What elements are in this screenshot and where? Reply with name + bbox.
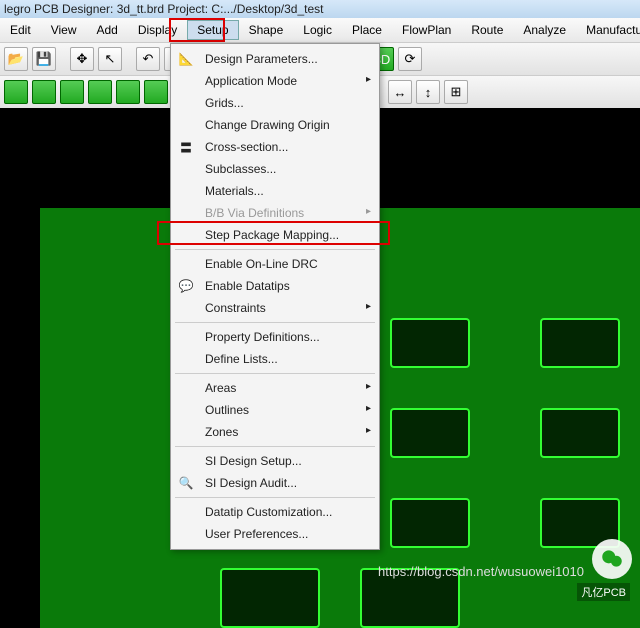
- setup-menu-dropdown: 📐 Design Parameters... Application Mode ▸ Gr…: [170, 43, 380, 550]
- menu-item-label: Define Lists...: [205, 352, 278, 366]
- component[interactable]: [390, 498, 470, 548]
- menu-item-si-design-setup[interactable]: SI Design Setup...: [171, 450, 379, 472]
- watermark-text: https://blog.csdn.net/wusuowei1010: [378, 564, 584, 579]
- cursor-icon[interactable]: ↖: [98, 47, 122, 71]
- menu-item-datatip-customization[interactable]: Datatip Customization...: [171, 501, 379, 523]
- component[interactable]: [390, 318, 470, 368]
- dim-rect-icon[interactable]: ⊞: [444, 80, 468, 104]
- menu-item-label: Zones: [205, 425, 238, 439]
- menu-separator: [175, 446, 375, 447]
- menu-item-define-lists[interactable]: Define Lists...: [171, 348, 379, 370]
- menu-item-label: Enable Datatips: [205, 279, 290, 293]
- component[interactable]: [540, 408, 620, 458]
- menu-item-b-b-via-definitions: B/B Via Definitions ▸: [171, 202, 379, 224]
- save-icon[interactable]: 💾: [32, 47, 56, 71]
- move-icon[interactable]: ✥: [70, 47, 94, 71]
- menu-analyze[interactable]: Analyze: [513, 20, 576, 40]
- menu-item-label: Step Package Mapping...: [205, 228, 339, 242]
- menu-item-label: Materials...: [205, 184, 264, 198]
- open-icon[interactable]: 📂: [4, 47, 28, 71]
- menu-item-user-preferences[interactable]: User Preferences...: [171, 523, 379, 545]
- menu-item-subclasses[interactable]: Subclasses...: [171, 158, 379, 180]
- component[interactable]: [540, 318, 620, 368]
- menu-item-grids[interactable]: Grids...: [171, 92, 379, 114]
- menu-item-si-design-audit[interactable]: 🔍 SI Design Audit...: [171, 472, 379, 494]
- layer-6-icon[interactable]: [144, 80, 168, 104]
- brand-badge: 凡亿PCB: [577, 583, 630, 601]
- menu-item-outlines[interactable]: Outlines ▸: [171, 399, 379, 421]
- menu-item-label: Grids...: [205, 96, 244, 110]
- dim-v-icon[interactable]: ↕: [416, 80, 440, 104]
- window-title: legro PCB Designer: 3d_tt.brd Project: C…: [0, 0, 640, 18]
- menu-item-property-definitions[interactable]: Property Definitions...: [171, 326, 379, 348]
- layer-4-icon[interactable]: [88, 80, 112, 104]
- menu-item-design-parameters[interactable]: 📐 Design Parameters...: [171, 48, 379, 70]
- layer-5-icon[interactable]: [116, 80, 140, 104]
- menu-place[interactable]: Place: [342, 20, 392, 40]
- menu-item-icon: 💬: [177, 277, 195, 295]
- menu-separator: [175, 373, 375, 374]
- submenu-arrow-icon: ▸: [366, 301, 371, 312]
- menu-item-label: Cross-section...: [205, 140, 288, 154]
- menu-view[interactable]: View: [41, 20, 87, 40]
- menu-separator: [175, 497, 375, 498]
- menu-item-change-drawing-origin[interactable]: Change Drawing Origin: [171, 114, 379, 136]
- menu-item-icon: 〓: [177, 138, 195, 156]
- menu-display[interactable]: Display: [128, 20, 187, 40]
- submenu-arrow-icon: ▸: [366, 74, 371, 85]
- component[interactable]: [390, 408, 470, 458]
- menu-setup[interactable]: Setup: [187, 20, 238, 40]
- submenu-arrow-icon: ▸: [366, 381, 371, 392]
- menu-item-label: Change Drawing Origin: [205, 118, 330, 132]
- menu-item-label: Subclasses...: [205, 162, 276, 176]
- component-ic[interactable]: [220, 568, 320, 628]
- menu-logic[interactable]: Logic: [293, 20, 342, 40]
- menu-item-label: Constraints: [205, 301, 266, 315]
- menu-separator: [175, 322, 375, 323]
- menu-edit[interactable]: Edit: [0, 20, 41, 40]
- menu-item-label: User Preferences...: [205, 527, 308, 541]
- menu-item-label: SI Design Audit...: [205, 476, 297, 490]
- menu-item-icon: 🔍: [177, 474, 195, 492]
- menu-item-label: Datatip Customization...: [205, 505, 332, 519]
- menu-item-application-mode[interactable]: Application Mode ▸: [171, 70, 379, 92]
- refresh-icon[interactable]: ⟳: [398, 47, 422, 71]
- submenu-arrow-icon: ▸: [366, 403, 371, 414]
- menu-item-label: B/B Via Definitions: [205, 206, 304, 220]
- menu-bar: EditViewAddDisplaySetupShapeLogicPlaceFl…: [0, 18, 640, 43]
- menu-item-step-package-mapping[interactable]: Step Package Mapping...: [171, 224, 379, 246]
- menu-item-zones[interactable]: Zones ▸: [171, 421, 379, 443]
- menu-item-constraints[interactable]: Constraints ▸: [171, 297, 379, 319]
- menu-item-enable-datatips[interactable]: 💬 Enable Datatips: [171, 275, 379, 297]
- menu-manufacture[interactable]: Manufacture: [576, 20, 640, 40]
- menu-item-label: SI Design Setup...: [205, 454, 302, 468]
- menu-shape[interactable]: Shape: [239, 20, 294, 40]
- layer-2-icon[interactable]: [32, 80, 56, 104]
- submenu-arrow-icon: ▸: [366, 206, 371, 217]
- menu-item-label: Design Parameters...: [205, 52, 318, 66]
- layer-3-icon[interactable]: [60, 80, 84, 104]
- menu-item-label: Outlines: [205, 403, 249, 417]
- submenu-arrow-icon: ▸: [366, 425, 371, 436]
- menu-add[interactable]: Add: [86, 20, 127, 40]
- menu-item-label: Property Definitions...: [205, 330, 320, 344]
- layer-1-icon[interactable]: [4, 80, 28, 104]
- menu-flowplan[interactable]: FlowPlan: [392, 20, 461, 40]
- menu-item-icon: 📐: [177, 50, 195, 68]
- undo-icon[interactable]: ↶: [136, 47, 160, 71]
- menu-route[interactable]: Route: [461, 20, 513, 40]
- menu-item-label: Areas: [205, 381, 236, 395]
- menu-item-label: Application Mode: [205, 74, 297, 88]
- menu-item-label: Enable On-Line DRC: [205, 257, 318, 271]
- menu-item-materials[interactable]: Materials...: [171, 180, 379, 202]
- dim-h-icon[interactable]: ↔: [388, 80, 412, 104]
- menu-item-cross-section[interactable]: 〓 Cross-section...: [171, 136, 379, 158]
- menu-separator: [175, 249, 375, 250]
- menu-item-areas[interactable]: Areas ▸: [171, 377, 379, 399]
- wechat-icon: [592, 539, 632, 579]
- menu-item-enable-on-line-drc[interactable]: Enable On-Line DRC: [171, 253, 379, 275]
